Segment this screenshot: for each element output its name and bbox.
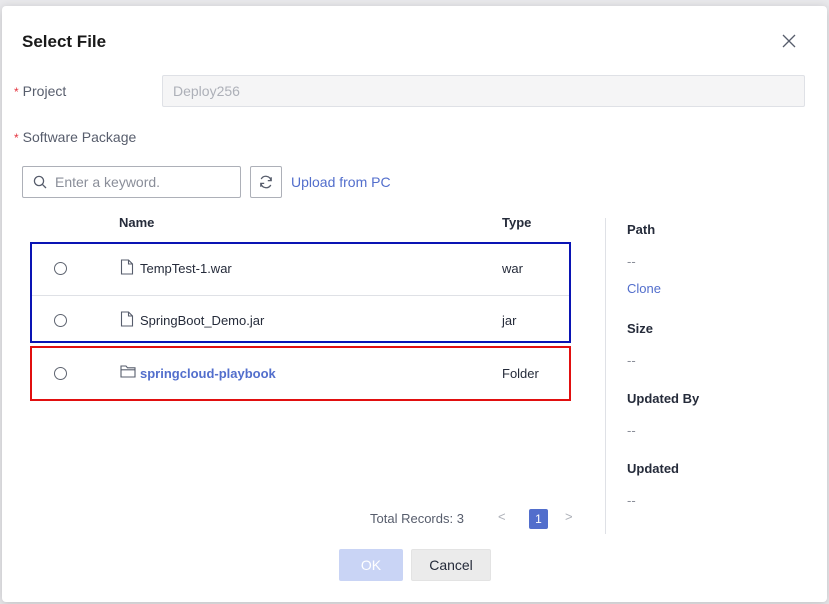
refresh-button[interactable] <box>250 166 282 198</box>
clone-link[interactable]: Clone <box>627 281 661 296</box>
size-label: Size <box>627 321 654 336</box>
updated-by-value: -- <box>627 423 636 438</box>
next-page-button[interactable]: > <box>565 509 573 524</box>
column-header-type: Type <box>502 215 532 230</box>
refresh-icon <box>260 175 272 189</box>
search-icon <box>33 175 47 189</box>
select-file-dialog: Select File * Project Deploy256 * Software… <box>2 6 827 602</box>
search-box[interactable] <box>22 166 241 198</box>
project-label-text: Project <box>22 83 67 99</box>
path-label: Path <box>627 222 656 237</box>
required-mark: * <box>14 131 19 145</box>
required-mark: * <box>14 85 19 99</box>
updated-label: Updated <box>627 461 679 476</box>
updated-by-label: Updated By <box>627 391 700 406</box>
path-value: -- <box>627 254 636 269</box>
project-field: Deploy256 <box>162 75 805 107</box>
upload-from-pc-link[interactable]: Upload from PC <box>291 174 391 190</box>
project-label: * Project <box>14 83 66 99</box>
cancel-button[interactable]: Cancel <box>411 549 491 581</box>
highlight-box-blue <box>30 242 571 343</box>
search-input[interactable] <box>55 174 225 190</box>
column-header-name: Name <box>119 215 155 230</box>
ok-button[interactable]: OK <box>339 549 403 581</box>
total-records: Total Records: 3 <box>370 511 464 526</box>
size-value: -- <box>627 353 636 368</box>
dialog-title: Select File <box>22 32 107 51</box>
prev-page-button[interactable]: < <box>498 509 506 524</box>
software-package-label-text: Software Package <box>22 129 137 145</box>
page-number-button[interactable]: 1 <box>529 509 548 529</box>
close-icon[interactable] <box>781 33 797 49</box>
updated-value: -- <box>627 493 636 508</box>
details-separator <box>605 218 606 534</box>
highlight-box-red <box>30 346 571 401</box>
software-package-label: * Software Package <box>14 129 136 145</box>
